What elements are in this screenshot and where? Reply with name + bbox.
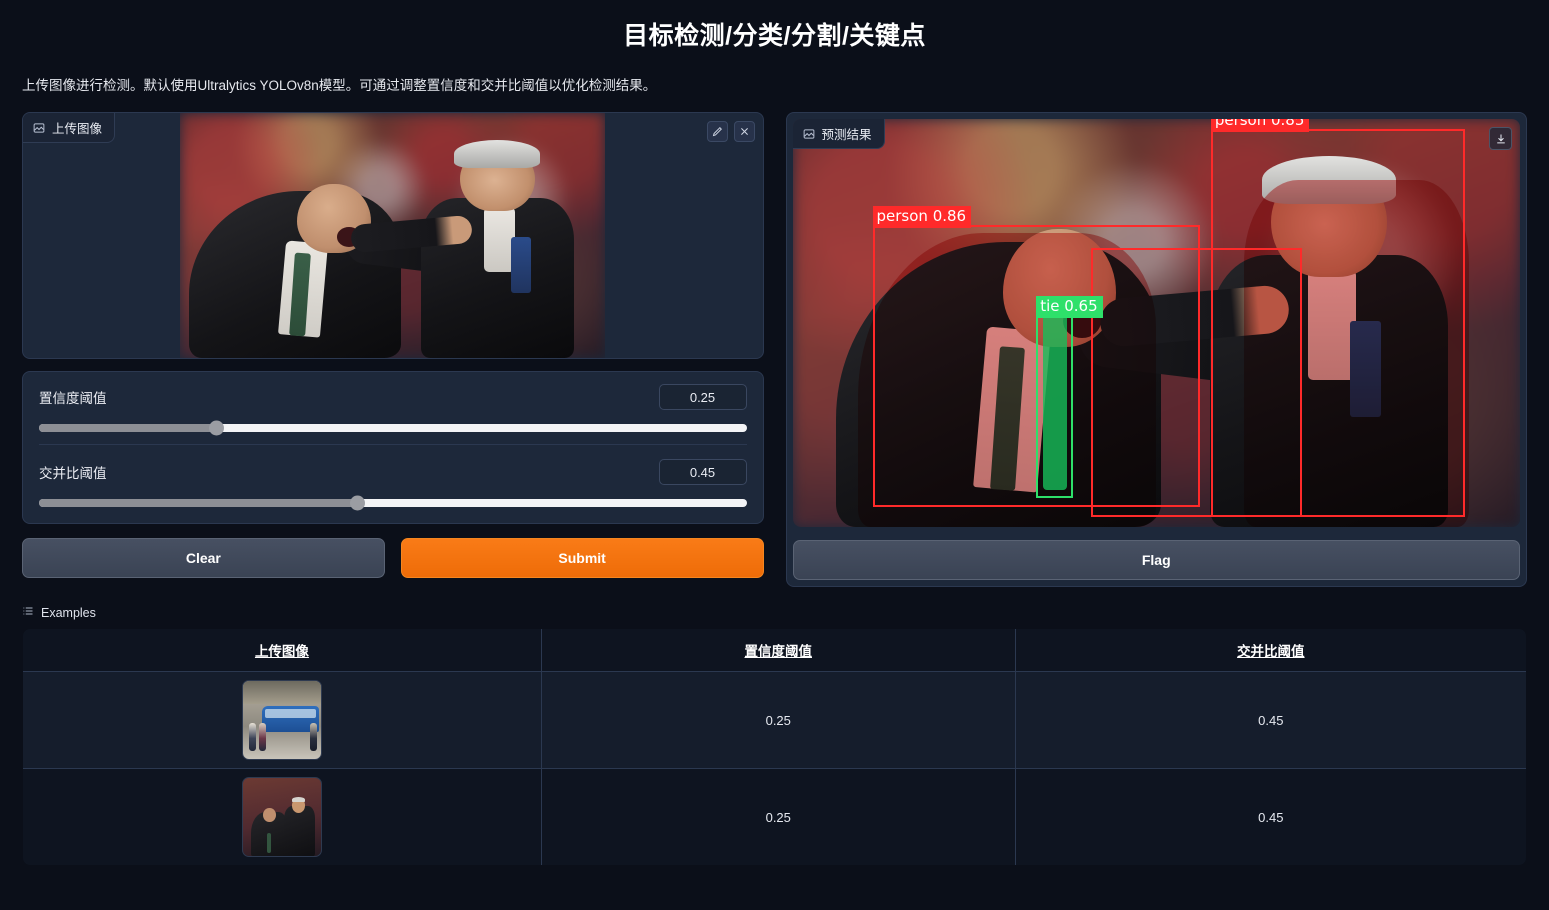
example-thumbnail-cell[interactable]	[23, 768, 542, 865]
confidence-slider-label: 置信度阈值	[39, 391, 107, 406]
result-image-block[interactable]: 预测结果 person 0.86 person 0.85 tie 0.65	[792, 119, 1520, 527]
coaches-thumbnail[interactable]	[241, 777, 322, 857]
column-header-confidence[interactable]: 置信度阈值	[541, 629, 1016, 672]
confidence-value-input[interactable]: 0.25	[658, 384, 747, 410]
examples-heading-label: Examples	[41, 605, 96, 620]
example-iou-cell[interactable]: 0.45	[1015, 671, 1526, 769]
iou-slider-label: 交并比阈值	[39, 466, 107, 481]
image-icon	[803, 128, 815, 140]
upload-image-tab-label: 上传图像	[52, 122, 103, 136]
photo-person-left	[188, 177, 501, 358]
table-row[interactable]: 0.25 0.45	[23, 768, 1526, 865]
iou-slider-row: 交并比阈值 0.45	[39, 444, 747, 511]
uploaded-photo	[180, 113, 606, 358]
action-buttons: Clear Submit	[22, 538, 764, 578]
page-title: 目标检测/分类/分割/关键点	[623, 22, 926, 50]
input-column: 上传图像 置信度阈值 0.25 交并比阈值 0.45 Clear Submit	[22, 112, 764, 587]
iou-slider-knob[interactable]	[350, 495, 366, 511]
download-icon[interactable]	[1489, 127, 1512, 150]
clear-button[interactable]: Clear	[22, 538, 385, 578]
image-icon	[33, 122, 45, 134]
table-row[interactable]: 0.25 0.45	[23, 671, 1526, 769]
column-header-iou[interactable]: 交并比阈值	[1015, 629, 1526, 672]
uploaded-photo-wrap	[23, 113, 763, 358]
list-icon	[22, 605, 34, 620]
example-thumbnail-cell[interactable]	[23, 671, 542, 769]
examples-heading: Examples	[22, 605, 1527, 620]
upload-image-tab: 上传图像	[23, 113, 116, 143]
segmentation-mask-person-left	[857, 233, 1157, 527]
result-image-tab: 预测结果	[792, 119, 885, 149]
app-root: 目标检测/分类/分割/关键点 上传图像进行检测。默认使用Ultralytics …	[0, 0, 1549, 910]
segmentation-mask-person-right	[1243, 180, 1470, 527]
submit-button[interactable]: Submit	[400, 538, 764, 578]
street-bus-thumbnail[interactable]	[241, 680, 322, 760]
iou-slider-track[interactable]	[39, 495, 747, 511]
pencil-icon[interactable]	[706, 121, 728, 142]
confidence-slider-track[interactable]	[39, 420, 747, 436]
segmentation-mask-tie	[1043, 302, 1067, 491]
confidence-slider-row: 置信度阈值 0.25	[39, 384, 747, 436]
example-confidence-cell[interactable]: 0.25	[541, 768, 1016, 865]
page-description: 上传图像进行检测。默认使用Ultralytics YOLOv8n模型。可通过调整…	[22, 78, 657, 93]
column-header-image[interactable]: 上传图像	[23, 629, 542, 672]
image-tools	[706, 121, 755, 142]
close-icon[interactable]	[733, 121, 755, 142]
confidence-slider-knob[interactable]	[208, 420, 224, 436]
photo-person-right	[349, 140, 602, 358]
threshold-sliders: 置信度阈值 0.25 交并比阈值 0.45	[22, 371, 764, 524]
flag-button-wrap: Flag	[792, 540, 1520, 580]
main-columns: 上传图像 置信度阈值 0.25 交并比阈值 0.45 Clear Submit …	[0, 94, 1549, 587]
example-confidence-cell[interactable]: 0.25	[541, 671, 1016, 769]
examples-table: 上传图像 置信度阈值 交并比阈值 0.25 0.45 0.25 0.45	[22, 628, 1527, 866]
output-column: 预测结果 person 0.86 person 0.85 tie 0.65 Fl…	[785, 112, 1527, 587]
table-header-row: 上传图像 置信度阈值 交并比阈值	[23, 629, 1526, 672]
example-iou-cell[interactable]: 0.45	[1015, 768, 1526, 865]
upload-image-block[interactable]: 上传图像	[22, 112, 764, 359]
examples-section: Examples 上传图像 置信度阈值 交并比阈值 0.25 0.45 0.25…	[0, 587, 1549, 866]
result-panel: 预测结果 person 0.86 person 0.85 tie 0.65 Fl…	[785, 112, 1527, 587]
flag-button[interactable]: Flag	[792, 540, 1520, 580]
result-image-tab-label: 预测结果	[821, 128, 872, 142]
iou-value-input[interactable]: 0.45	[658, 459, 747, 485]
result-photo: person 0.86 person 0.85 tie 0.65	[792, 119, 1520, 527]
